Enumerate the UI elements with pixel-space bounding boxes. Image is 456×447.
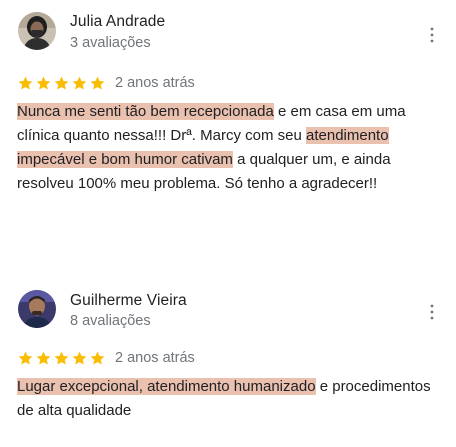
star-icon <box>54 76 69 90</box>
review-card: Guilherme Vieira 8 avaliações 2 anos atr… <box>0 280 456 447</box>
review-date: 2 anos atrás <box>115 350 195 366</box>
star-icon <box>72 351 87 365</box>
review-card: Julia Andrade 3 avaliações 2 anos atrás … <box>0 0 456 270</box>
review-text: Nunca me senti tão bem recepcionada e em… <box>17 100 447 196</box>
author-review-count: 3 avaliações <box>70 35 151 51</box>
rating-row: 2 anos atrás <box>17 349 195 367</box>
star-icon <box>72 76 87 90</box>
highlighted-text: Nunca me senti tão bem recepcionada <box>17 103 274 120</box>
star-icon <box>90 351 105 365</box>
author-review-count: 8 avaliações <box>70 313 151 329</box>
author-name[interactable]: Guilherme Vieira <box>70 292 187 310</box>
star-icon <box>90 76 105 90</box>
star-icon <box>36 76 51 90</box>
author-name[interactable]: Julia Andrade <box>70 13 165 31</box>
highlighted-text: Lugar excepcional, atendimento humanizad… <box>17 378 316 395</box>
star-rating <box>17 350 106 367</box>
review-text: Lugar excepcional, atendimento humanizad… <box>17 375 447 423</box>
star-rating <box>17 75 106 92</box>
star-icon <box>18 76 33 90</box>
rating-row: 2 anos atrás <box>17 74 195 92</box>
more-vertical-icon[interactable] <box>422 25 442 45</box>
more-vertical-icon[interactable] <box>422 302 442 322</box>
user-photo-man-icon[interactable] <box>18 290 56 328</box>
star-icon <box>36 351 51 365</box>
review-date: 2 anos atrás <box>115 75 195 91</box>
star-icon <box>54 351 69 365</box>
star-icon <box>18 351 33 365</box>
user-photo-woman-icon[interactable] <box>18 12 56 50</box>
